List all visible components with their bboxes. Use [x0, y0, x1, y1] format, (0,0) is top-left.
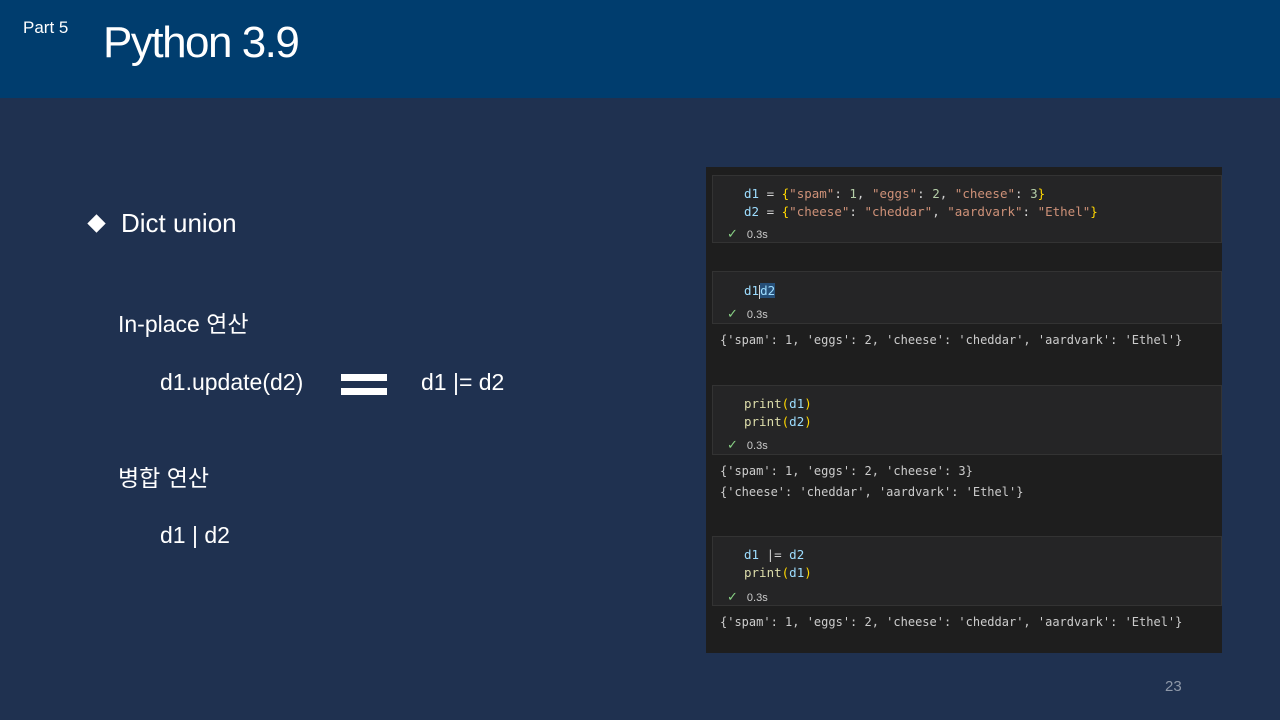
code-line: print(d1) — [744, 565, 812, 580]
code-line: print(d1) — [744, 396, 812, 411]
update-expression: d1.update(d2) — [160, 369, 304, 395]
part-label: Part 5 — [23, 18, 69, 37]
check-icon: ✓ — [727, 226, 738, 241]
equivalence-icon — [341, 374, 387, 402]
check-icon: ✓ — [727, 437, 738, 452]
inplace-label: In-place 연산 — [118, 311, 249, 337]
cell-output: {'spam': 1, 'eggs': 2, 'cheese': 'chedda… — [720, 615, 1183, 629]
cell-output: {'spam': 1, 'eggs': 2, 'cheese': 3} — [720, 464, 973, 478]
code-line: d2 = {"cheese": "cheddar", "aardvark": "… — [744, 204, 1098, 219]
diamond-bullet-icon — [87, 214, 106, 233]
execution-time: 0.3s — [746, 229, 768, 241]
notebook-screenshot: d1 = {"spam": 1, "eggs": 2, "cheese": 3}… — [706, 167, 1222, 653]
execution-time: 0.3s — [746, 592, 768, 604]
code-line: d1 = {"spam": 1, "eggs": 2, "cheese": 3} — [744, 186, 1046, 201]
cell-output: {'cheese': 'cheddar', 'aardvark': 'Ethel… — [720, 485, 1024, 499]
check-icon: ✓ — [727, 589, 738, 604]
execution-status: ✓ 0.3s — [727, 437, 768, 453]
merge-label: 병합 연산 — [118, 465, 210, 491]
code-cell[interactable]: d1d2 ✓ 0.3s — [712, 271, 1222, 324]
cell-output: {'spam': 1, 'eggs': 2, 'cheese': 'chedda… — [720, 333, 1183, 347]
execution-status: ✓ 0.3s — [727, 226, 768, 242]
execution-status: ✓ 0.3s — [727, 306, 768, 322]
inplace-expression: d1 |= d2 — [421, 369, 505, 395]
execution-status: ✓ 0.3s — [727, 589, 768, 605]
page-number: 23 — [1165, 678, 1182, 695]
bullet-text: Dict union — [121, 208, 237, 238]
check-icon: ✓ — [727, 306, 738, 321]
merge-expression: d1 | d2 — [160, 522, 230, 548]
code-cell[interactable]: print(d1) print(d2) ✓ 0.3s — [712, 385, 1222, 455]
slide-header: Part 5 Python 3.9 — [0, 0, 1280, 98]
bullet-item: Dict union — [86, 208, 237, 239]
slide-title: Python 3.9 — [103, 18, 300, 67]
execution-time: 0.3s — [746, 309, 768, 321]
code-cell[interactable]: d1 |= d2 print(d1) ✓ 0.3s — [712, 536, 1222, 606]
code-cell[interactable]: d1 = {"spam": 1, "eggs": 2, "cheese": 3}… — [712, 175, 1222, 243]
code-line: d1d2 — [744, 283, 776, 299]
code-line: print(d2) — [744, 414, 812, 429]
code-line: d1 |= d2 — [744, 547, 805, 562]
execution-time: 0.3s — [746, 440, 768, 452]
